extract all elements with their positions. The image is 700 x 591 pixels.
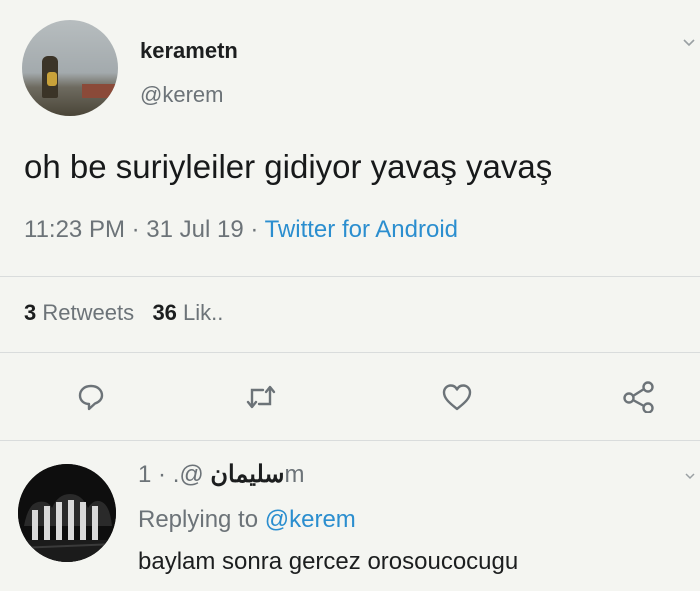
share-button[interactable] bbox=[622, 380, 656, 414]
divider bbox=[0, 440, 700, 441]
replying-mention-link[interactable]: @kerem bbox=[265, 506, 356, 533]
tweet-stats: 3 Retweets 36 Lik.. bbox=[24, 300, 223, 326]
tweet-text: oh be suriyleiler gidiyor yavaş yavaş bbox=[24, 148, 553, 185]
author-display-name[interactable]: kerametn bbox=[140, 38, 238, 64]
reply-avatar[interactable] bbox=[18, 464, 116, 562]
reply-header: سليمان @. · 1m bbox=[138, 460, 305, 489]
reply-text: baylam sonra gercez orosoucocugu bbox=[138, 548, 519, 575]
columns-photo-icon bbox=[18, 464, 116, 562]
meta-separator: · bbox=[243, 216, 265, 243]
retweet-icon bbox=[246, 385, 276, 409]
like-icon bbox=[442, 384, 472, 411]
tweet-time: 11:23 PM bbox=[24, 216, 125, 243]
avatar-figure-detail bbox=[47, 72, 57, 86]
divider bbox=[0, 276, 700, 277]
author-avatar[interactable] bbox=[22, 20, 118, 116]
like-button[interactable] bbox=[440, 380, 474, 414]
replying-prefix: Replying to bbox=[138, 506, 265, 533]
likes-count: 36 bbox=[152, 300, 177, 325]
retweets-stat[interactable]: 3 Retweets bbox=[24, 300, 134, 325]
tweet-meta: 11:23 PM · 31 Jul 19 · Twitter for Andro… bbox=[24, 216, 458, 244]
retweet-button[interactable] bbox=[244, 380, 278, 414]
replying-to: Replying to @kerem bbox=[138, 506, 356, 534]
likes-stat[interactable]: 36 Lik.. bbox=[152, 300, 223, 325]
divider bbox=[0, 352, 700, 353]
retweets-label: Retweets bbox=[42, 300, 135, 325]
reply-icon bbox=[78, 384, 104, 411]
tweet-source-link[interactable]: Twitter for Android bbox=[265, 216, 458, 243]
chevron-down-icon[interactable] bbox=[684, 470, 696, 482]
reply-display-name[interactable]: سليمان bbox=[210, 461, 284, 488]
tweet-date: 31 Jul 19 bbox=[146, 216, 244, 243]
main-tweet: kerametn @kerem oh be suriyleiler gidiyo… bbox=[0, 0, 700, 441]
reply-button[interactable] bbox=[74, 380, 108, 414]
meta-separator: · bbox=[124, 216, 147, 243]
avatar-roof bbox=[82, 84, 118, 98]
likes-label: Lik.. bbox=[183, 300, 224, 325]
share-icon bbox=[623, 381, 654, 413]
author-handle[interactable]: @kerem bbox=[140, 82, 223, 108]
chevron-down-icon[interactable] bbox=[682, 36, 696, 50]
reply-handle[interactable]: @. bbox=[173, 461, 204, 488]
retweets-count: 3 bbox=[24, 300, 37, 325]
meta-separator: · bbox=[151, 461, 173, 488]
